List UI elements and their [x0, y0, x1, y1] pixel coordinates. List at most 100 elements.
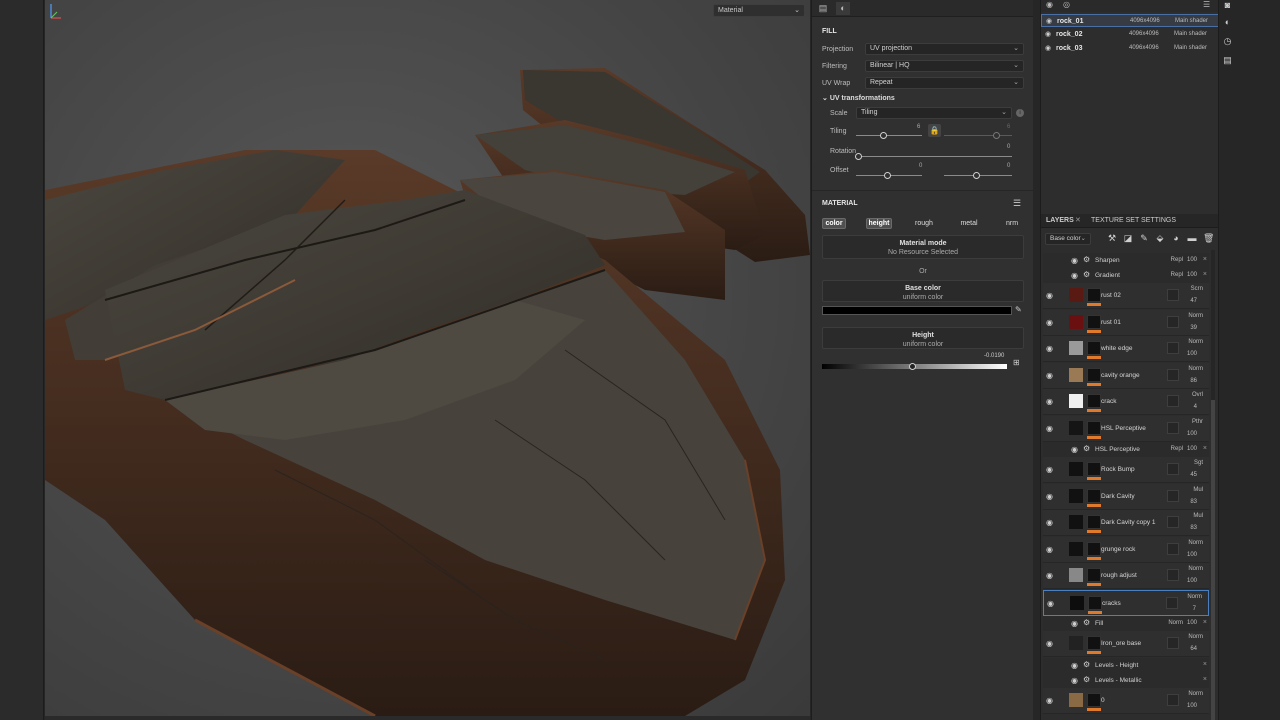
channel-chip-color[interactable]: color [822, 218, 846, 229]
uv-wrap-dropdown[interactable]: Repeat ⌄ [865, 77, 1024, 89]
lock-icon[interactable]: 🔒 [928, 124, 941, 137]
fill-layer-icon[interactable]: ⬙ [1155, 233, 1165, 244]
close-icon[interactable]: × [1203, 661, 1207, 668]
layer-effect-row[interactable]: ◉ ⚙ Fill Norm 100 × [1043, 616, 1209, 631]
blend-mode[interactable]: Repl [1171, 272, 1183, 278]
blend-mode[interactable]: Norm [1187, 594, 1202, 600]
layer-effect-row[interactable]: ◉ ⚙ Levels - Height × [1043, 657, 1209, 673]
texture-set-row[interactable]: ◉ rock_01 4096x4096 Main shader [1041, 14, 1219, 27]
layer-checkbox[interactable] [1167, 342, 1179, 354]
eye-icon[interactable]: ◉ [1046, 518, 1055, 527]
eye-icon[interactable]: ◉ [1045, 42, 1051, 55]
blend-mode[interactable]: Norm [1188, 313, 1203, 319]
paint-layer-icon[interactable]: ✎ [1139, 233, 1149, 244]
info-icon[interactable]: i [1016, 109, 1024, 117]
close-icon[interactable]: × [1203, 256, 1207, 263]
viewport-mode-select[interactable]: Material ⌄ [713, 4, 805, 17]
list-menu-icon[interactable]: ☰ [1203, 0, 1210, 9]
properties-tab-icon[interactable]: ▤ [816, 2, 830, 15]
layer-row[interactable]: ◉ cracks Norm 7 [1043, 589, 1209, 616]
eye-icon[interactable]: ◉ [1046, 545, 1055, 554]
channel-chip-nrm[interactable]: nrm [1002, 218, 1022, 229]
eye-icon[interactable]: ◉ [1071, 619, 1080, 628]
scrollbar-thumb[interactable] [1211, 400, 1215, 720]
blend-mode[interactable]: Ovrl [1192, 392, 1203, 398]
close-icon[interactable]: × [1203, 619, 1207, 626]
layer-scrollbar[interactable] [1211, 250, 1215, 720]
channel-chip-rough[interactable]: rough [912, 218, 936, 229]
eye-icon[interactable]: ◉ [1046, 344, 1055, 353]
blend-mode[interactable]: Repl [1171, 446, 1183, 452]
eye-icon[interactable]: ◉ [1046, 371, 1055, 380]
tab-texture-set-settings[interactable]: TEXTURE SET SETTINGS [1091, 216, 1176, 226]
layer-row[interactable]: ◉ rust 02 Scrn 47 [1043, 283, 1209, 309]
layer-row[interactable]: ◉ Dark Cavity copy 1 Mul 83 [1043, 510, 1209, 536]
history-icon[interactable]: ◷ [1222, 36, 1233, 47]
close-icon[interactable]: ✕ [1075, 216, 1081, 226]
opacity-value[interactable]: 47 [1190, 298, 1197, 304]
layer-row[interactable]: ◉ grunge rock Norm 100 [1043, 536, 1209, 563]
offset-v-slider-handle[interactable] [973, 172, 981, 179]
layer-checkbox[interactable] [1166, 596, 1178, 609]
opacity-value[interactable]: 100 [1187, 272, 1197, 278]
add-effect-icon[interactable]: ⚒ [1107, 233, 1117, 244]
opacity-value[interactable]: 100 [1187, 431, 1197, 437]
eye-icon[interactable]: ◉ [1046, 639, 1055, 648]
opacity-value[interactable]: 100 [1187, 257, 1197, 263]
layer-row[interactable]: ◉ Dark Cavity Mul 83 [1043, 483, 1209, 510]
tiling-u-slider-handle[interactable] [879, 132, 887, 139]
blend-mode[interactable]: Mul [1193, 513, 1203, 519]
blend-mode[interactable]: Repl [1171, 257, 1183, 263]
opacity-value[interactable]: 100 [1187, 620, 1197, 626]
layer-row[interactable]: ◉ Rock Bump Sgt 45 [1043, 457, 1209, 483]
eye-icon[interactable]: ◉ [1071, 661, 1080, 670]
eye-icon[interactable]: ◉ [1046, 696, 1055, 705]
blend-mode[interactable]: Sgt [1194, 460, 1203, 466]
layer-effect-row[interactable]: ◉ ⚙ HSL Perceptive Repl 100 × [1043, 442, 1209, 457]
blend-mode[interactable]: Norm [1188, 339, 1203, 345]
layer-effect-row[interactable]: ◉ ⚙ Levels - Metallic × [1043, 672, 1209, 688]
opacity-value[interactable]: 100 [1187, 552, 1197, 558]
channel-chip-metal[interactable]: metal [957, 218, 981, 229]
eyedropper-icon[interactable]: ✎ [1015, 305, 1022, 314]
material-mode-card[interactable]: Material mode No Resource Selected [822, 235, 1024, 259]
eye-icon[interactable]: ◉ [1046, 571, 1055, 580]
environment-icon[interactable]: ◐ [1222, 17, 1233, 28]
layer-checkbox[interactable] [1167, 693, 1179, 706]
layer-checkbox[interactable] [1167, 395, 1179, 407]
camera-icon[interactable]: ◙ [1222, 0, 1233, 11]
eye-icon[interactable]: ◉ [1046, 397, 1055, 406]
eye-icon[interactable]: ◉ [1046, 0, 1053, 9]
close-icon[interactable]: × [1203, 676, 1207, 683]
opacity-value[interactable]: 83 [1190, 499, 1197, 505]
texture-set-row[interactable]: ◉ rock_02 4096x4096 Main shader [1041, 28, 1219, 41]
document-icon[interactable]: ▤ [1222, 55, 1233, 66]
layer-checkbox[interactable] [1167, 463, 1179, 475]
eye-icon[interactable]: ◉ [1046, 492, 1055, 501]
eye-icon[interactable]: ◉ [1046, 318, 1055, 327]
eye-icon[interactable]: ◉ [1046, 424, 1055, 433]
tiling-v-slider[interactable] [944, 135, 1012, 136]
layer-row[interactable]: ◉ HSL Perceptive Pthr 100 [1043, 415, 1209, 442]
rotation-slider-handle[interactable] [854, 153, 862, 160]
opacity-value[interactable]: 39 [1190, 325, 1197, 331]
layer-row[interactable]: ◉ white edge Norm 100 [1043, 336, 1209, 362]
eye-icon[interactable]: ◉ [1046, 15, 1052, 28]
opacity-value[interactable]: 7 [1193, 606, 1196, 612]
base-color-swatch[interactable] [822, 306, 1012, 315]
blend-mode[interactable]: Scrn [1191, 286, 1203, 292]
layer-row[interactable]: ◉ cavity orange Norm 86 [1043, 362, 1209, 389]
eye-icon[interactable]: ◉ [1045, 28, 1051, 41]
eye-icon[interactable]: ◉ [1046, 291, 1055, 300]
layer-checkbox[interactable] [1167, 489, 1179, 502]
layer-checkbox[interactable] [1167, 569, 1179, 581]
eye-icon[interactable]: ◉ [1046, 465, 1055, 474]
tiling-v-slider-handle[interactable] [993, 132, 1000, 139]
opacity-value[interactable]: 86 [1190, 378, 1197, 384]
opacity-value[interactable]: 100 [1187, 351, 1197, 357]
folder-icon[interactable]: ▬ [1187, 233, 1197, 244]
texture-set-row[interactable]: ◉ rock_03 4096x4096 Main shader [1041, 42, 1219, 55]
layer-row[interactable]: ◉ crack Ovrl 4 [1043, 389, 1209, 415]
close-icon[interactable]: × [1203, 271, 1207, 278]
filtering-dropdown[interactable]: Bilinear | HQ ⌄ [865, 60, 1024, 72]
